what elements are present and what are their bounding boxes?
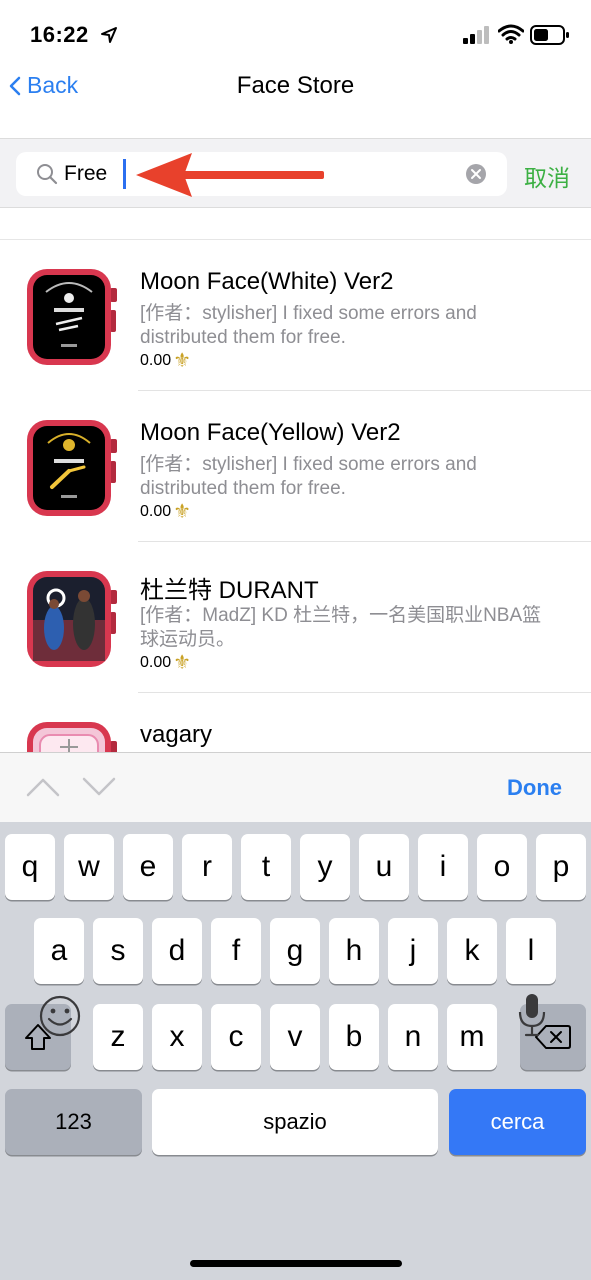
- key-n[interactable]: n: [388, 1004, 438, 1070]
- key-s[interactable]: s: [93, 918, 143, 984]
- watch-face-thumbnail: [27, 269, 117, 365]
- location-arrow-icon: [101, 27, 117, 43]
- key-l[interactable]: l: [506, 918, 556, 984]
- item-description: [作者：stylisher] I fixed some errors and d…: [140, 454, 477, 499]
- key-i[interactable]: i: [418, 834, 468, 900]
- fleur-de-lis-icon: ⚜: [173, 501, 192, 523]
- key-b[interactable]: b: [329, 1004, 379, 1070]
- wifi-icon: [498, 24, 524, 44]
- key-u[interactable]: u: [359, 834, 409, 900]
- chevron-down-icon[interactable]: [82, 777, 116, 797]
- done-button[interactable]: Done: [507, 775, 562, 801]
- key-w[interactable]: w: [64, 834, 114, 900]
- keyboard: q w e r t y u i o p a s d f g h j k l z …: [0, 822, 591, 1280]
- cellular-signal-icon: [463, 26, 489, 44]
- watch-face-thumbnail: [27, 571, 117, 667]
- battery-icon: [530, 25, 569, 45]
- fleur-de-lis-icon: ⚜: [173, 652, 192, 674]
- status-bar: 16:22: [0, 0, 591, 64]
- navigation-bar: Back Face Store: [0, 64, 591, 138]
- key-z[interactable]: z: [93, 1004, 143, 1070]
- numbers-key[interactable]: 123: [5, 1089, 142, 1155]
- item-name: Moon Face(Yellow) Ver2: [140, 419, 401, 446]
- list-item[interactable]: 杜兰特 DURANT [作者：MadZ] KD 杜兰特，一名美国职业NBA篮球运…: [0, 542, 591, 693]
- fleur-de-lis-icon: ⚜: [173, 350, 192, 372]
- key-t[interactable]: t: [241, 834, 291, 900]
- list-item[interactable]: Moon Face(Yellow) Ver2 [作者：stylisher] I …: [0, 391, 591, 542]
- item-price: 0.00 ⚜: [140, 350, 192, 372]
- item-name: vagary: [140, 721, 213, 748]
- chevron-up-icon[interactable]: [26, 777, 60, 797]
- key-m[interactable]: m: [447, 1004, 497, 1070]
- red-arrow-annotation-icon: [136, 153, 324, 197]
- search-icon: [37, 164, 58, 185]
- item-price: 0.00 ⚜: [140, 652, 192, 674]
- key-a[interactable]: a: [34, 918, 84, 984]
- keyboard-accessory-bar: Done: [0, 752, 591, 822]
- key-j[interactable]: j: [388, 918, 438, 984]
- key-h[interactable]: h: [329, 918, 379, 984]
- list-item[interactable]: vagary: [0, 693, 591, 752]
- watch-face-thumbnail: [27, 722, 117, 752]
- price-value: 0.00: [140, 352, 172, 369]
- item-description: [作者：MadZ] KD 杜兰特，一名美国职业NBA篮球运动员。: [140, 605, 542, 650]
- price-value: 0.00: [140, 654, 172, 671]
- item-price: 0.00 ⚜: [140, 501, 192, 523]
- key-k[interactable]: k: [447, 918, 497, 984]
- key-o[interactable]: o: [477, 834, 527, 900]
- key-f[interactable]: f: [211, 918, 261, 984]
- emoji-icon[interactable]: [38, 994, 82, 1038]
- results-list: Moon Face(White) Ver2 [作者：stylisher] I f…: [0, 208, 591, 752]
- search-key[interactable]: cerca: [449, 1089, 586, 1155]
- key-g[interactable]: g: [270, 918, 320, 984]
- watch-face-thumbnail: [27, 420, 117, 516]
- search-value: Free: [64, 162, 108, 185]
- key-x[interactable]: x: [152, 1004, 202, 1070]
- home-indicator[interactable]: [190, 1260, 402, 1267]
- item-description: [作者：stylisher] I fixed some errors and d…: [140, 303, 477, 348]
- item-name: 杜兰特 DURANT: [140, 577, 319, 604]
- key-y[interactable]: y: [300, 834, 350, 900]
- page-title: Face Store: [236, 72, 355, 99]
- list-item[interactable]: Moon Face(White) Ver2 [作者：stylisher] I f…: [0, 240, 591, 391]
- status-time: 16:22: [30, 22, 89, 47]
- item-name: Moon Face(White) Ver2: [140, 268, 394, 295]
- key-d[interactable]: d: [152, 918, 202, 984]
- microphone-icon[interactable]: [516, 992, 548, 1038]
- space-key[interactable]: spazio: [152, 1089, 438, 1155]
- key-c[interactable]: c: [211, 1004, 261, 1070]
- key-q[interactable]: q: [5, 834, 55, 900]
- key-e[interactable]: e: [123, 834, 173, 900]
- price-value: 0.00: [140, 503, 172, 520]
- key-v[interactable]: v: [270, 1004, 320, 1070]
- cancel-button[interactable]: 取消: [524, 159, 570, 193]
- key-p[interactable]: p: [536, 834, 586, 900]
- search-bar: Free 取消: [0, 138, 591, 208]
- text-cursor: [123, 159, 126, 189]
- clear-text-icon[interactable]: [465, 163, 487, 185]
- key-r[interactable]: r: [182, 834, 232, 900]
